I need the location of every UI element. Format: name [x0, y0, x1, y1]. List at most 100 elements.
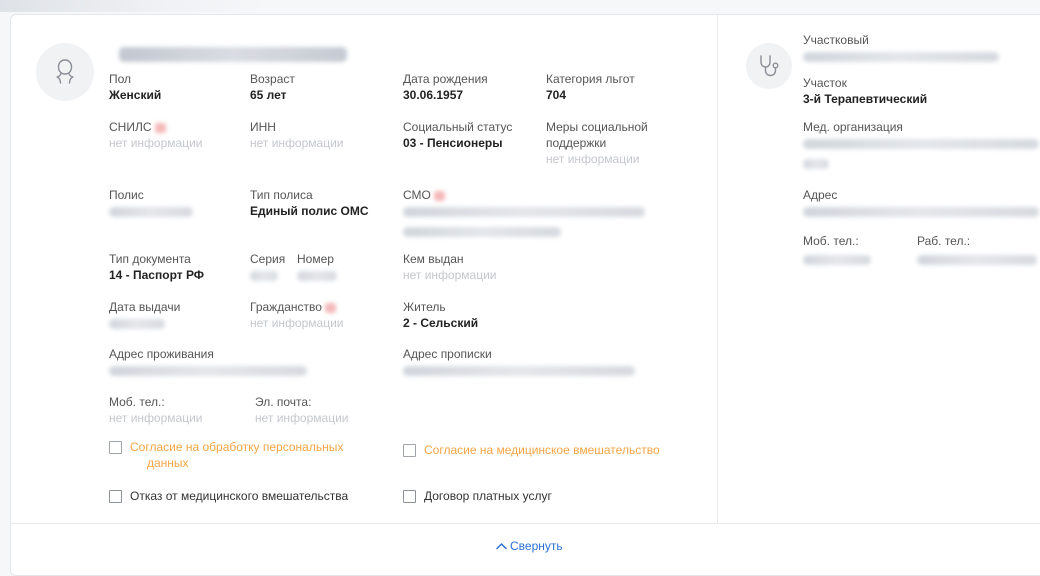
- doc-type-value: 14 - Паспорт РФ: [109, 268, 205, 282]
- support-measures-label-2: поддержки: [546, 136, 607, 150]
- resident-value: 2 - Сельский: [403, 316, 479, 330]
- smo-edit-icon[interactable]: [433, 190, 445, 201]
- residence-address-redacted: [109, 366, 307, 376]
- series-label: Серия: [250, 252, 286, 266]
- support-measures-value: нет информации: [546, 152, 640, 166]
- mobile-value: нет информации: [109, 411, 203, 425]
- snils-value: нет информации: [109, 136, 203, 150]
- med-org-field: Мед. организация: [803, 119, 1039, 169]
- age-label: Возраст: [250, 72, 295, 86]
- med-org-label: Мед. организация: [803, 120, 903, 134]
- social-status-field: Социальный статус 03 - Пенсионеры: [403, 119, 512, 151]
- doctor-avatar: [746, 43, 792, 89]
- section-field: Участок 3-й Терапевтический: [803, 75, 927, 107]
- smo-value-redacted-1: [403, 207, 645, 217]
- stethoscope-icon: [760, 55, 779, 77]
- collapse-label: Свернуть: [510, 539, 563, 553]
- policy-label: Полис: [109, 188, 144, 202]
- district-doctor-name-redacted: [803, 52, 999, 62]
- gender-value: Женский: [109, 88, 162, 102]
- checkbox-box[interactable]: [109, 441, 122, 454]
- email-label: Эл. почта:: [255, 395, 312, 409]
- patient-name-redacted: [119, 47, 347, 62]
- inn-label: ИНН: [250, 120, 276, 134]
- citizenship-label: Гражданство: [250, 300, 322, 314]
- issued-by-label: Кем выдан: [403, 252, 464, 266]
- issue-date-label: Дата выдачи: [109, 300, 181, 314]
- collapse-button[interactable]: Свернуть: [496, 539, 563, 553]
- issued-by-value: нет информации: [403, 268, 497, 282]
- section-value: 3-й Терапевтический: [803, 92, 928, 106]
- birth-date-field: Дата рождения 30.06.1957: [403, 71, 488, 103]
- doctor-work-phone-label: Раб. тел.:: [917, 234, 971, 248]
- user-icon: [56, 59, 74, 84]
- medical-consent-checkbox[interactable]: Согласие на медицинское вмешательство: [403, 442, 660, 458]
- issue-date-field: Дата выдачи: [109, 299, 180, 333]
- chevron-up-icon: [496, 543, 507, 550]
- smo-value-redacted-2: [403, 227, 561, 237]
- doctor-mobile-redacted: [803, 255, 871, 265]
- mobile-label: Моб. тел.:: [109, 395, 165, 409]
- resident-field: Житель 2 - Сельский: [403, 299, 478, 331]
- paid-contract-checkbox[interactable]: Договор платных услуг: [403, 488, 552, 504]
- issue-date-value-redacted: [109, 319, 165, 329]
- registration-address-field: Адрес прописки: [403, 346, 635, 380]
- age-value: 65 лет: [250, 88, 287, 102]
- birth-date-value: 30.06.1957: [403, 88, 464, 102]
- resident-label: Житель: [403, 300, 446, 314]
- doctor-address-redacted: [803, 207, 1039, 217]
- policy-type-field: Тип полиса Единый полис ОМС: [250, 187, 369, 219]
- policy-value-redacted: [109, 207, 193, 217]
- gender-field: Пол Женский: [109, 71, 161, 103]
- district-doctor-field: Участковый: [803, 32, 999, 66]
- doctor-address-label: Адрес: [803, 188, 838, 202]
- paid-contract-label: Договор платных услуг: [424, 489, 552, 503]
- snils-label: СНИЛС: [109, 120, 152, 134]
- personal-data-consent-checkbox[interactable]: Согласие на обработку персональных данны…: [109, 439, 343, 471]
- medical-refusal-label: Отказ от медицинского вмешательства: [130, 489, 349, 503]
- email-field: Эл. почта: нет информации: [255, 394, 349, 426]
- birth-date-label: Дата рождения: [403, 72, 488, 86]
- email-value: нет информации: [255, 411, 349, 425]
- registration-address-redacted: [403, 366, 635, 376]
- series-field: Серия: [250, 251, 285, 285]
- number-value-redacted: [297, 271, 337, 281]
- medical-refusal-checkbox[interactable]: Отказ от медицинского вмешательства: [109, 488, 348, 504]
- support-measures-field: Меры социальной поддержки нет информации: [546, 119, 648, 167]
- horizontal-divider: [11, 523, 1040, 524]
- number-label: Номер: [297, 252, 334, 266]
- number-field: Номер: [297, 251, 337, 285]
- social-status-value: 03 - Пенсионеры: [403, 136, 503, 150]
- personal-data-consent-label-2: данных: [147, 456, 189, 470]
- vertical-divider: [717, 15, 718, 523]
- medical-consent-label: Согласие на медицинское вмешательство: [424, 443, 660, 457]
- social-status-label: Социальный статус: [403, 120, 513, 134]
- patient-avatar: [36, 43, 94, 101]
- district-doctor-label: Участковый: [803, 33, 869, 47]
- doctor-address-field: Адрес: [803, 187, 1039, 221]
- inn-field: ИНН нет информации: [250, 119, 344, 151]
- checkbox-box[interactable]: [403, 490, 416, 503]
- residence-address-label: Адрес проживания: [109, 347, 214, 361]
- mobile-field: Моб. тел.: нет информации: [109, 394, 203, 426]
- doc-type-label: Тип документа: [109, 252, 191, 266]
- series-value-redacted: [250, 271, 278, 281]
- personal-data-consent-label-1: Согласие на обработку персональных: [130, 440, 344, 454]
- patient-card: Пол Женский Возраст 65 лет Дата рождения…: [10, 14, 1040, 576]
- citizenship-field: Гражданство нет информации: [250, 299, 344, 331]
- policy-type-label: Тип полиса: [250, 188, 313, 202]
- gender-label: Пол: [109, 72, 132, 86]
- checkbox-box[interactable]: [109, 490, 122, 503]
- policy-type-value: Единый полис ОМС: [250, 204, 369, 218]
- snils-edit-icon[interactable]: [154, 122, 166, 133]
- med-org-redacted-2: [803, 159, 829, 169]
- inn-value: нет информации: [250, 136, 344, 150]
- benefit-category-value: 704: [546, 88, 567, 102]
- checkbox-box[interactable]: [403, 444, 416, 457]
- doctor-work-phone-redacted: [917, 255, 1037, 265]
- support-measures-label-1: Меры социальной: [546, 120, 648, 134]
- doctor-work-phone-field: Раб. тел.:: [917, 233, 1037, 269]
- age-field: Возраст 65 лет: [250, 71, 295, 103]
- doctor-mobile-field: Моб. тел.:: [803, 233, 871, 269]
- citizenship-edit-icon[interactable]: [324, 302, 336, 313]
